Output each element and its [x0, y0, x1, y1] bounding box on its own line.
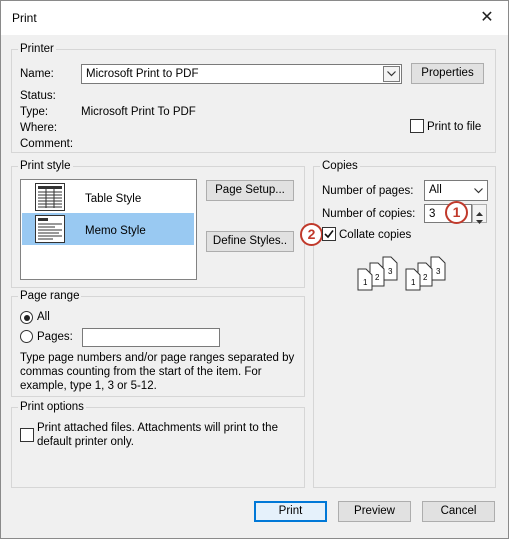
collate-stack-right: 3 2 1 [405, 256, 446, 291]
step-badge-2: 2 [300, 223, 323, 246]
title-bar: Print ✕ [1, 1, 508, 35]
printer-group-label: Printer [18, 42, 56, 56]
print-attached-checkbox[interactable] [20, 428, 34, 442]
stack-label-2: 2 [423, 273, 428, 282]
print-options-group-label: Print options [18, 400, 86, 414]
range-pages-label: Pages: [37, 331, 73, 343]
page-setup-button[interactable]: Page Setup... [206, 180, 294, 201]
chevron-down-icon[interactable] [383, 66, 400, 82]
print-attached-label: Print attached files. Attachments will p… [37, 422, 278, 448]
style-item-table[interactable]: Table Style [22, 181, 194, 213]
copies-group-label: Copies [320, 159, 360, 173]
properties-button[interactable]: Properties [411, 63, 484, 84]
close-icon[interactable]: ✕ [473, 5, 501, 31]
where-label: Where: [20, 122, 58, 134]
name-label: Name: [20, 68, 54, 80]
num-pages-value: All [429, 184, 442, 196]
print-to-file-label: Print to file [427, 121, 482, 133]
print-style-list[interactable]: Table Style Memo Style [20, 179, 197, 280]
collate-label: Collate copies [339, 229, 412, 241]
print-style-group-label: Print style [18, 159, 73, 173]
stack-label-1: 1 [411, 278, 416, 287]
num-copies-spinner[interactable] [472, 204, 487, 224]
collate-checkbox[interactable] [322, 227, 336, 241]
stack-label-2: 2 [375, 273, 380, 282]
type-label: Type: [20, 106, 49, 118]
window-title: Print [12, 11, 37, 25]
print-to-file-checkbox[interactable] [410, 119, 424, 133]
num-pages-label: Number of pages: [322, 185, 414, 197]
stack-label-1: 1 [363, 278, 368, 287]
stack-label-3: 3 [388, 267, 393, 276]
table-style-icon [35, 183, 65, 214]
page-range-group-label: Page range [18, 289, 82, 303]
style-item-memo[interactable]: Memo Style [22, 213, 194, 245]
print-dialog: Print ✕ Printer Name: Microsoft Print to… [0, 0, 509, 539]
style-item-label: Table Style [85, 193, 142, 205]
memo-style-icon [35, 215, 65, 246]
checkmark-icon [324, 230, 334, 239]
chevron-down-icon[interactable] [470, 181, 487, 200]
stack-label-3: 3 [436, 267, 441, 276]
collate-stack-left: 3 2 1 [357, 256, 398, 291]
num-pages-select[interactable]: All [424, 180, 488, 201]
printer-name-select[interactable]: Microsoft Print to PDF [81, 64, 402, 84]
cancel-button[interactable]: Cancel [422, 501, 495, 522]
type-value: Microsoft Print To PDF [81, 106, 196, 118]
define-styles-button[interactable]: Define Styles.. [206, 231, 294, 252]
pages-input[interactable] [82, 328, 220, 347]
preview-button[interactable]: Preview [338, 501, 411, 522]
collate-illustration: 3 2 1 3 2 1 [357, 254, 451, 294]
print-button[interactable]: Print [254, 501, 327, 522]
step-badge-1: 1 [445, 201, 468, 224]
range-all-label: All [37, 311, 50, 323]
num-copies-value: 3 [429, 208, 436, 220]
status-label: Status: [20, 90, 56, 102]
printer-name-value: Microsoft Print to PDF [86, 68, 199, 80]
range-pages-radio[interactable] [20, 330, 33, 343]
page-range-hint: Type page numbers and/or page ranges sep… [20, 352, 295, 392]
comment-label: Comment: [20, 138, 74, 150]
num-copies-label: Number of copies: [322, 208, 416, 220]
style-item-label: Memo Style [85, 225, 146, 237]
spin-down-icon[interactable] [476, 215, 483, 227]
range-all-radio[interactable] [20, 311, 33, 324]
